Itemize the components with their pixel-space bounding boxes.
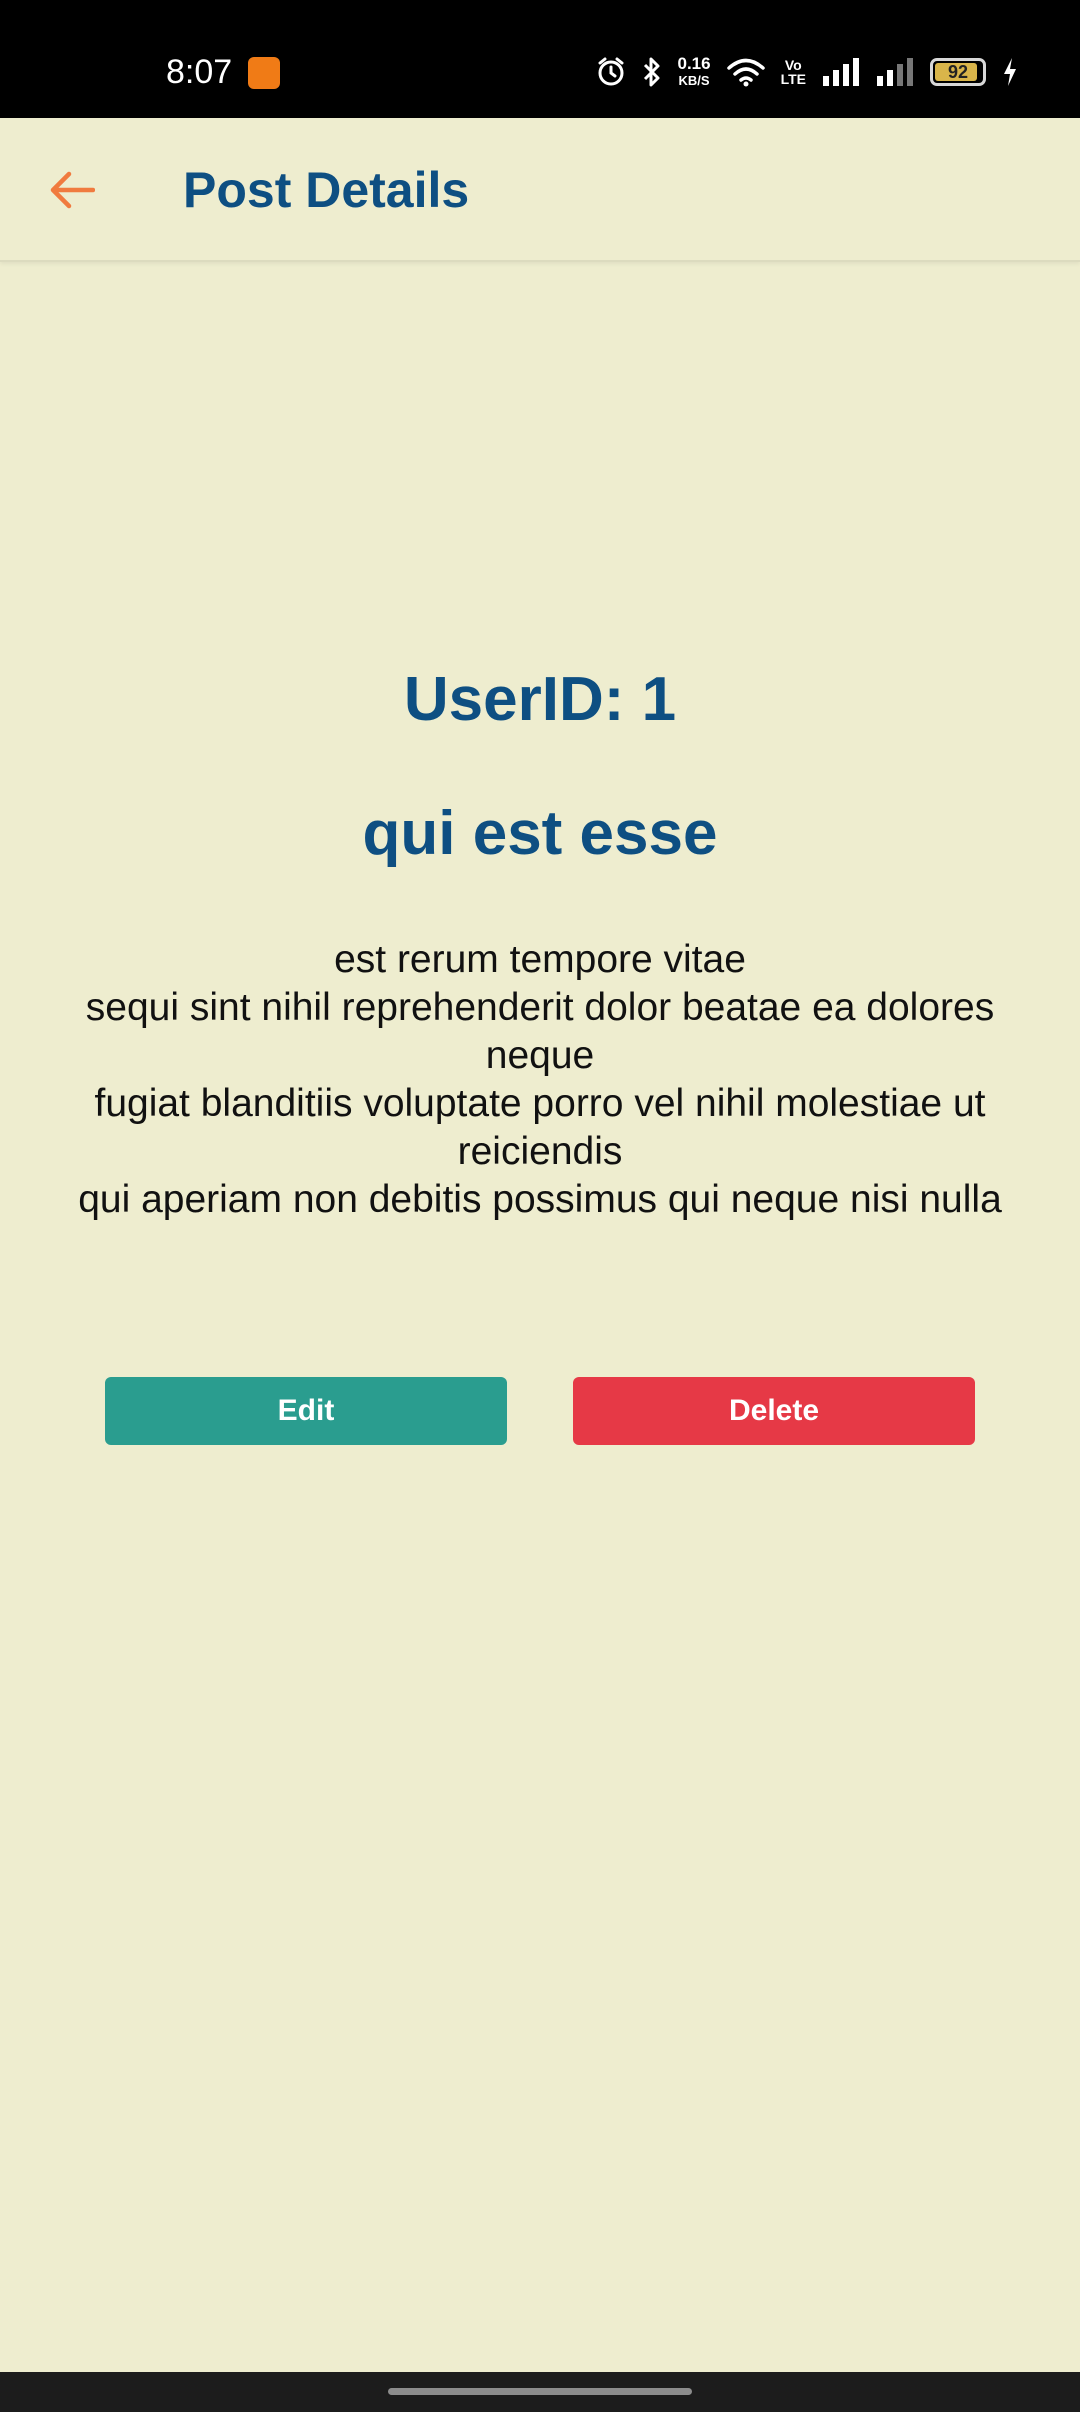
net-speed-unit: KB/S <box>678 73 710 88</box>
battery-level: 92 <box>947 61 969 82</box>
bluetooth-icon <box>643 57 659 87</box>
back-button[interactable] <box>36 162 108 218</box>
page-title: Post Details <box>183 162 470 218</box>
signal-icon <box>823 58 859 86</box>
arrow-left-icon <box>50 171 95 209</box>
volte-bottom: LTE <box>780 71 806 87</box>
volte-indicator: Vo LTE <box>781 58 806 86</box>
charging-icon <box>1004 58 1016 86</box>
status-icons: 0.16 KB/S Vo LTE 92 <box>596 52 1019 92</box>
volte-top: Vo <box>784 57 802 73</box>
battery-icon: 92 <box>930 58 986 86</box>
notification-app-icon <box>248 57 280 89</box>
home-gesture-handle[interactable] <box>388 2388 692 2395</box>
post-title: qui est esse <box>362 799 718 868</box>
edit-button[interactable]: Edit <box>105 1377 507 1445</box>
app-bar: Post Details <box>0 118 1080 262</box>
post-user-id: UserID: 1 <box>403 665 677 734</box>
post-body: est rerum tempore vitae sequi sint nihil… <box>78 938 1002 1221</box>
status-bar: 8:07 0.16 KB/S Vo LTE 92 <box>0 0 1080 118</box>
net-speed-value: 0.16 <box>677 54 711 73</box>
net-speed: 0.16 KB/S <box>678 55 711 89</box>
status-time: 8:07 <box>166 53 233 91</box>
alarm-icon <box>598 57 623 86</box>
delete-button[interactable]: Delete <box>573 1377 975 1445</box>
wifi-icon <box>726 58 765 87</box>
signal-icon-secondary <box>877 58 913 86</box>
system-nav-bar <box>0 2372 1080 2412</box>
